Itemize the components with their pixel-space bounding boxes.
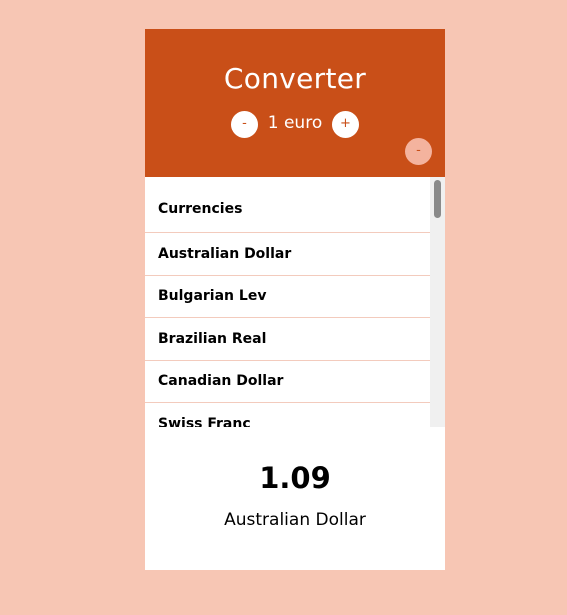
amount-label: 1 euro [267, 113, 323, 133]
list-item-brazilian-real[interactable]: Brazilian Real [145, 318, 430, 361]
list-scrollbar[interactable] [430, 177, 445, 427]
converter-header: Converter - 1 euro + - [145, 29, 445, 177]
remove-button[interactable]: - [405, 138, 432, 165]
currency-list: Currencies Australian Dollar Bulgarian L… [145, 177, 430, 427]
amount-controls: - 1 euro + [145, 111, 445, 139]
list-item-australian-dollar[interactable]: Australian Dollar [145, 233, 430, 276]
result-value: 1.09 [259, 461, 331, 495]
converter-card: Converter - 1 euro + - Currencies Austra… [145, 29, 445, 570]
list-item-swiss-franc[interactable]: Swiss Franc [145, 403, 430, 427]
page-title: Converter [223, 62, 367, 95]
conversion-result: 1.09 Australian Dollar [145, 427, 445, 570]
list-item-bulgarian-lev[interactable]: Bulgarian Lev [145, 276, 430, 318]
increase-amount-button[interactable]: + [332, 111, 359, 138]
result-currency: Australian Dollar [224, 510, 366, 530]
currency-list-heading: Currencies [145, 177, 430, 233]
currency-list-container: Currencies Australian Dollar Bulgarian L… [145, 177, 445, 427]
list-item-canadian-dollar[interactable]: Canadian Dollar [145, 361, 430, 403]
scrollbar-thumb[interactable] [434, 180, 441, 218]
decrease-amount-button[interactable]: - [231, 111, 258, 138]
